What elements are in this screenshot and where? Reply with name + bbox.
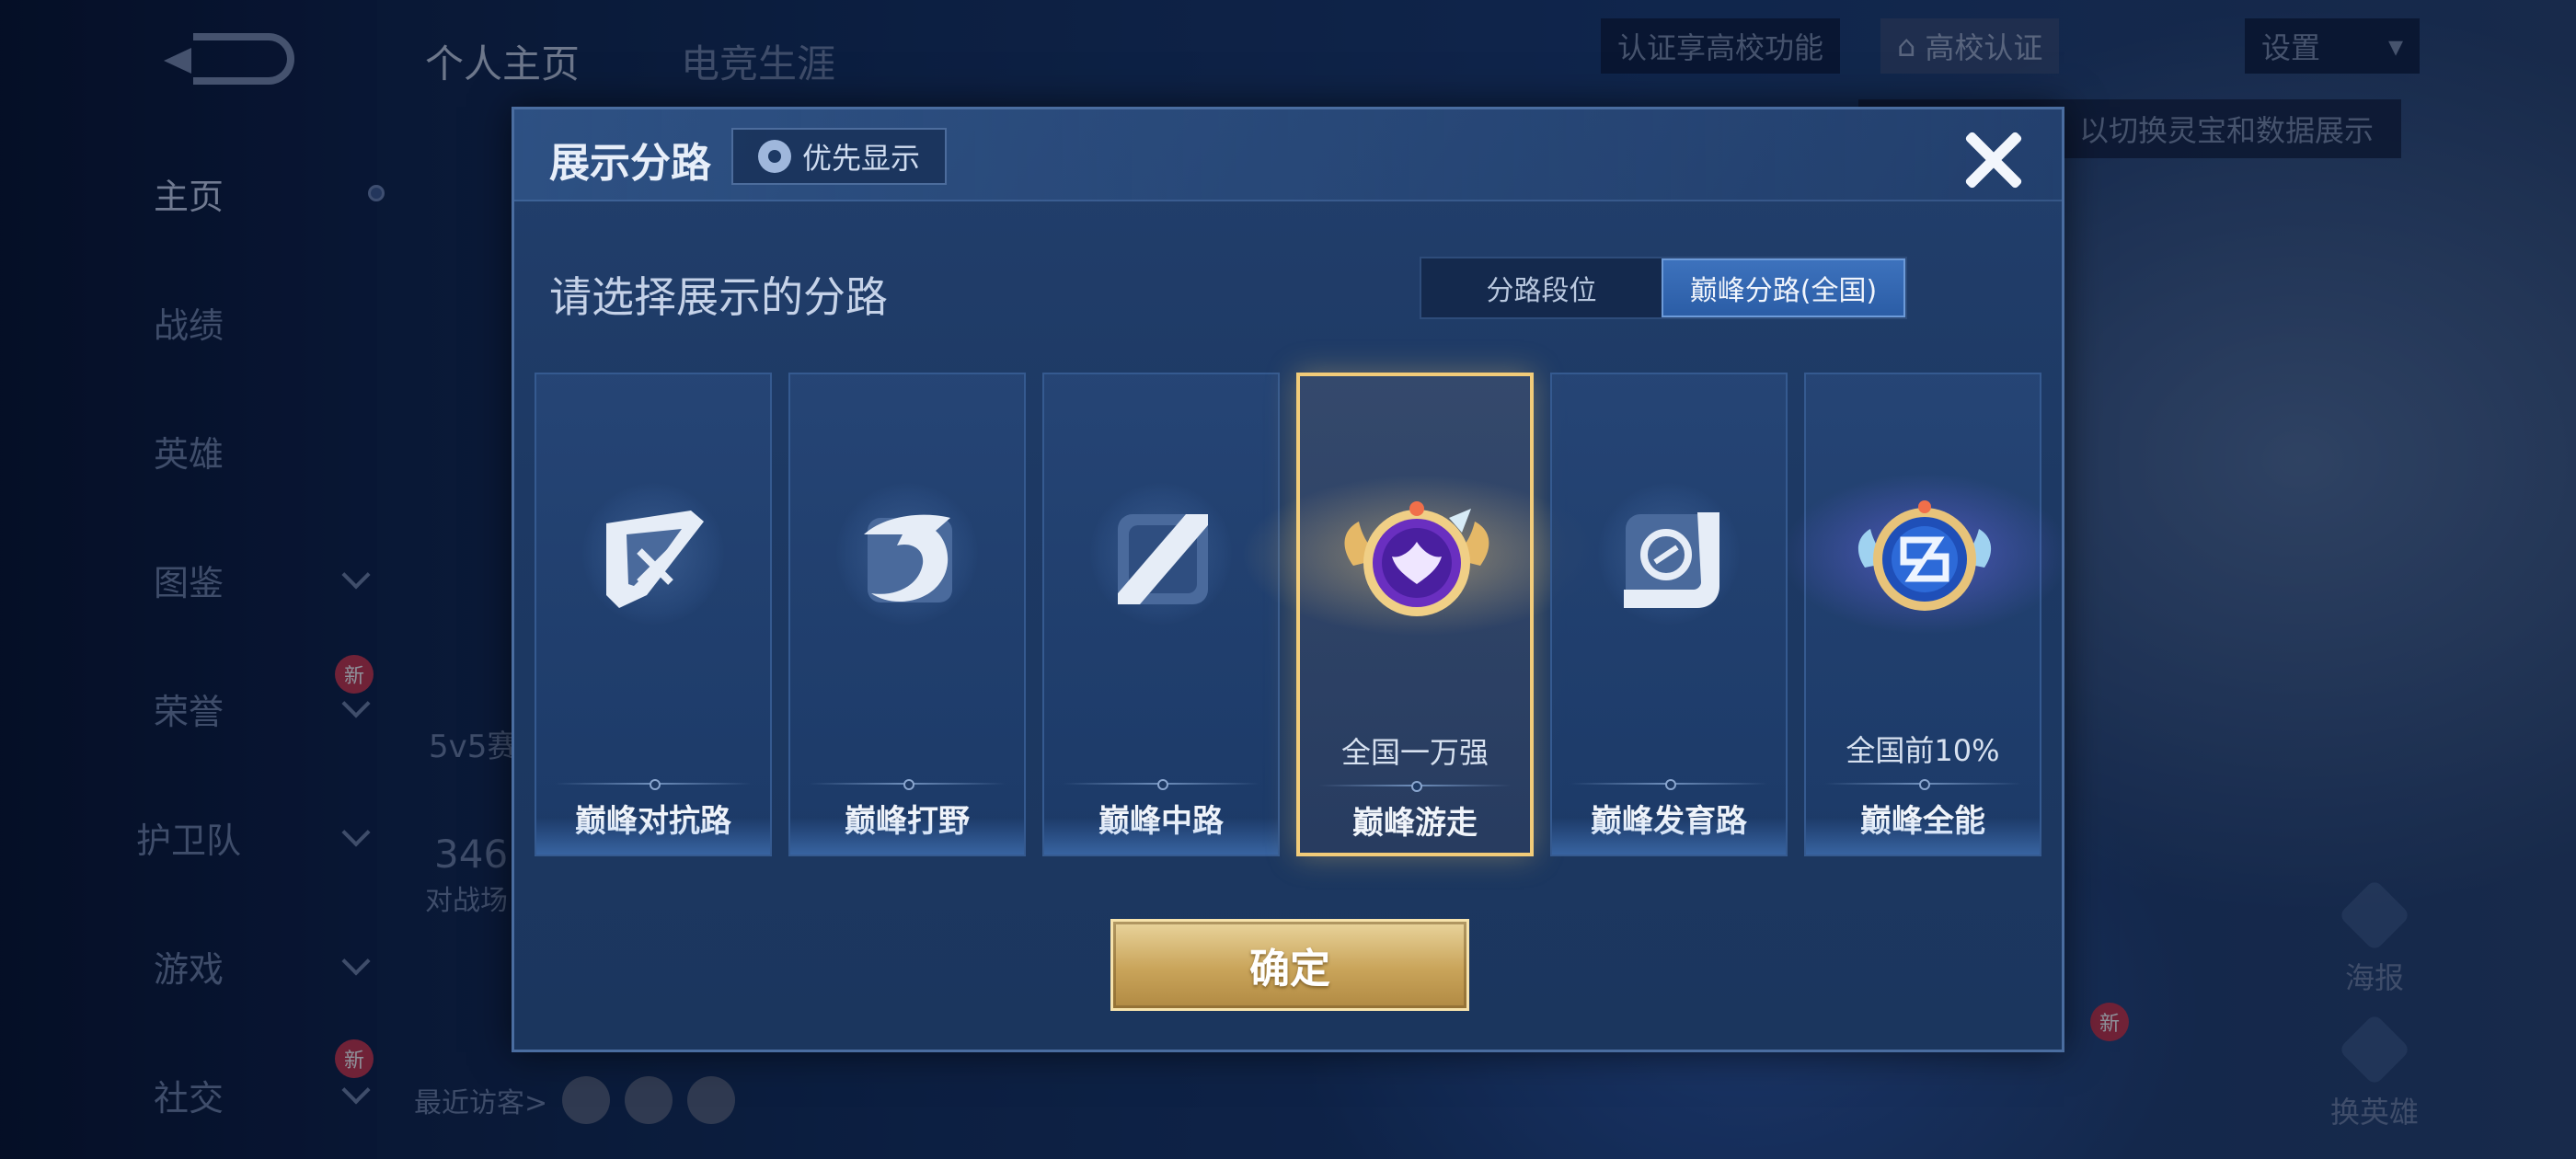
card-glow (536, 818, 770, 855)
lane-card-mid[interactable]: 巅峰中路 (1042, 373, 1280, 856)
card-divider (809, 779, 1006, 790)
allround-medal-icon (1857, 500, 1992, 611)
dialog-title: 展示分路 (549, 140, 711, 187)
lane-label: 巅峰游走 (1352, 805, 1478, 842)
mid-lane-icon (1118, 514, 1208, 604)
card-divider (555, 779, 752, 790)
lane-card-jungle[interactable]: 巅峰打野 (788, 373, 1026, 856)
priority-display-button[interactable]: 优先显示 (731, 128, 947, 185)
rank-text: 全国一万强 (1340, 735, 1489, 770)
lane-display-dialog: 展示分路 优先显示 请选择展示的分路 分路段位 巅峰分路(全国) 巅峰对抗路 (512, 107, 2082, 1052)
lane-card-carry[interactable]: 巅峰发育路 (1550, 373, 1788, 856)
rank-text: 全国前10% (1846, 733, 2000, 768)
close-icon[interactable] (1961, 128, 2025, 192)
card-glow (1044, 818, 1278, 855)
card-divider (1318, 781, 1512, 792)
lane-card-allround[interactable]: 全国前10% 巅峰全能 (1769, 373, 2082, 856)
card-divider (1063, 779, 1259, 790)
marksman-lane-icon (1624, 512, 1719, 608)
tab-lane-rank[interactable]: 分路段位 (1421, 258, 1662, 317)
sword-lane-icon (606, 511, 704, 608)
lane-source-toggle: 分路段位 巅峰分路(全国) (1420, 257, 1907, 319)
lane-card-list: 巅峰对抗路 巅峰打野 巅峰中路 (535, 373, 2082, 856)
dialog-subtitle: 请选择展示的分路 (549, 272, 888, 322)
lane-card-top[interactable]: 巅峰对抗路 (535, 373, 772, 856)
card-divider (1824, 779, 2021, 790)
dragon-jungle-icon (864, 514, 952, 602)
card-glow (1552, 818, 1786, 855)
card-glow (1806, 818, 2040, 855)
winged-support-medal-icon (1344, 501, 1489, 616)
tab-peak-lane-national[interactable]: 巅峰分路(全国) (1662, 258, 1905, 317)
card-glow (790, 818, 1024, 855)
priority-display-label: 优先显示 (801, 141, 920, 176)
gear-icon (757, 140, 791, 173)
lane-card-roam[interactable]: 全国一万强 巅峰游走 (1226, 373, 1613, 856)
confirm-button[interactable]: 确定 (1110, 919, 1469, 1011)
card-divider (1570, 779, 1767, 790)
